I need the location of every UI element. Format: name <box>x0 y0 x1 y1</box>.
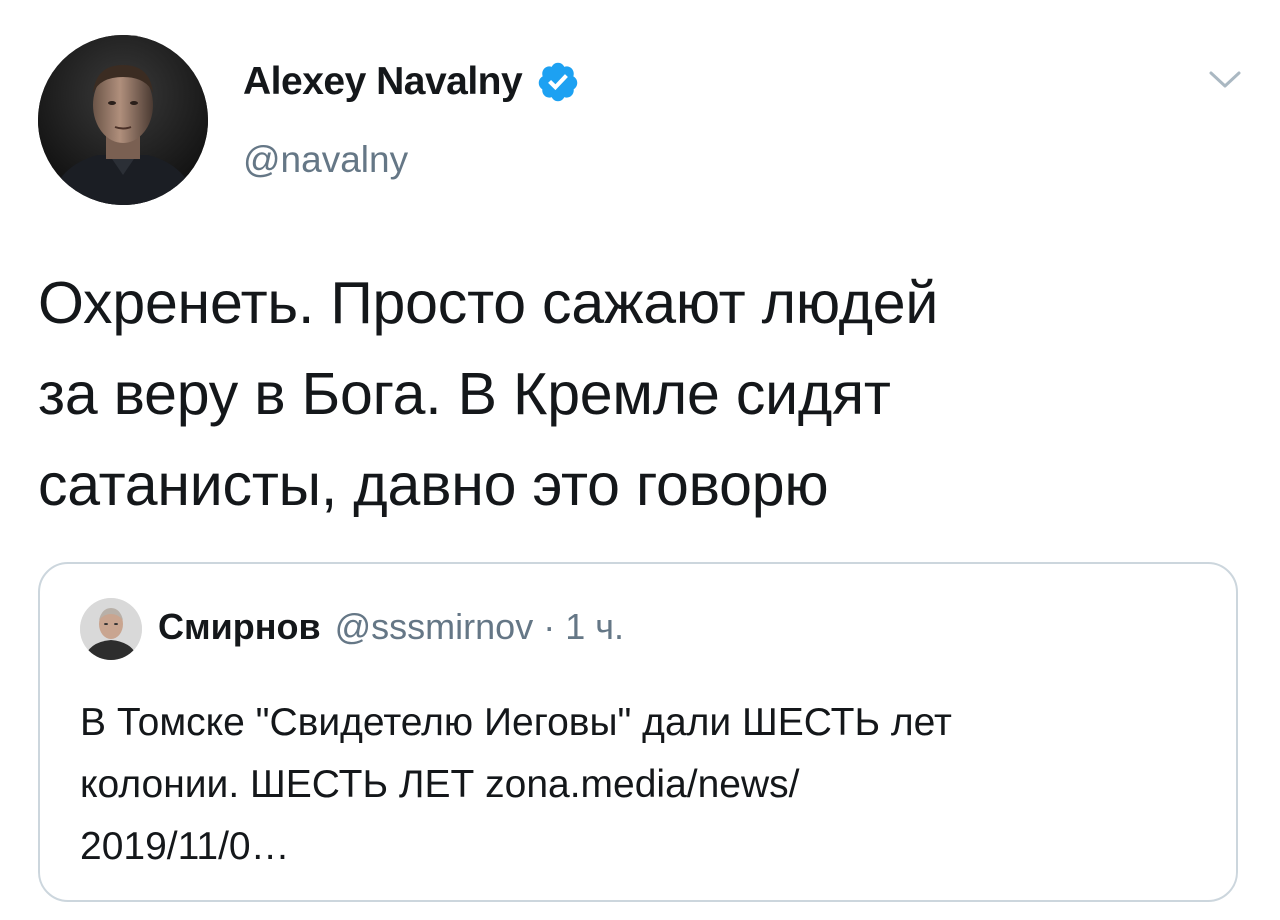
tweet-text: Охренеть. Просто сажают людей за веру в … <box>38 258 1238 531</box>
tweet-card: Alexey Navalny @navalny Охренеть. Просто… <box>0 0 1280 920</box>
quoted-text-line: колонии. ШЕСТЬ ЛЕТ zona.media/news/ <box>80 763 800 806</box>
tweet-text-line: за веру в Бога. В Кремле сидят <box>38 361 891 427</box>
author-name[interactable]: Alexey Navalny <box>243 60 580 104</box>
author-avatar[interactable] <box>38 35 208 205</box>
tweet-text-line: сатанисты, давно это говорю <box>38 452 829 518</box>
quoted-author-name[interactable]: Смирнов <box>158 606 321 648</box>
chevron-down-icon[interactable] <box>1205 66 1245 94</box>
quoted-author-handle[interactable]: @sssmirnov <box>335 606 534 648</box>
quoted-text-line: В Томске "Свидетелю Иеговы" дали ШЕСТЬ л… <box>80 701 952 744</box>
separator-dot: · <box>543 606 556 647</box>
quoted-tweet-timestamp[interactable]: 1 ч. <box>565 606 624 648</box>
tweet-text-line: Охренеть. Просто сажают людей <box>38 270 939 336</box>
quoted-tweet[interactable]: Смирнов @sssmirnov · 1 ч. В Томске "Свид… <box>38 562 1238 902</box>
author-name-text[interactable]: Alexey Navalny <box>243 60 523 104</box>
quoted-tweet-header: Смирнов @sssmirnov · 1 ч. <box>158 606 624 648</box>
author-handle[interactable]: @navalny <box>243 139 408 181</box>
quoted-text-line: 2019/11/0… <box>80 825 290 868</box>
verified-badge-icon <box>536 60 580 104</box>
quoted-tweet-text: В Томске "Свидетелю Иеговы" дали ШЕСТЬ л… <box>80 692 1200 878</box>
quoted-author-avatar[interactable] <box>80 598 142 660</box>
